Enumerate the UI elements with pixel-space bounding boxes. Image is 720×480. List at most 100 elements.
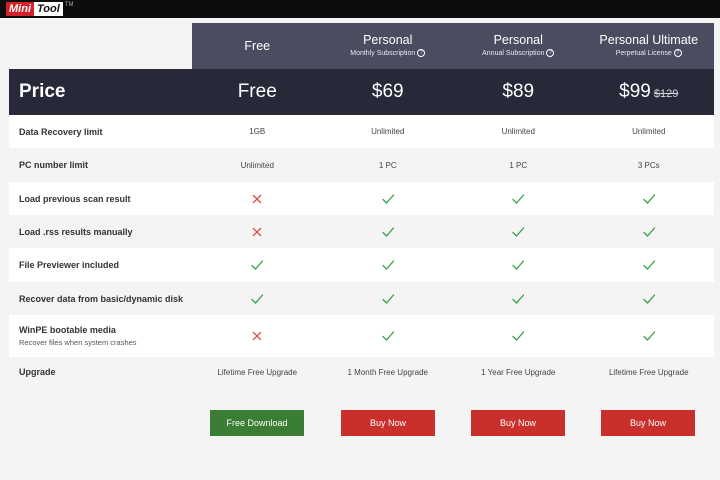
check-icon	[382, 293, 394, 304]
check-icon	[512, 331, 525, 341]
check-icon	[382, 226, 394, 237]
minitool-logo[interactable]: Mini Tool TM	[6, 2, 73, 16]
feature-row: PC number limit Unlimited 1 PC 1 PC 3 PCs	[9, 148, 714, 182]
feature-note: Recover files when system crashes	[19, 338, 137, 347]
feature-value: Unlimited	[632, 127, 666, 136]
help-icon[interactable]: ?	[417, 49, 426, 58]
feature-label: Load previous scan result	[9, 194, 192, 204]
feature-label-text: File Previewer included	[19, 260, 120, 270]
feature-label-text: PC number limit	[19, 160, 89, 170]
plan-header: Free Personal Monthly Subscription? Pers…	[192, 23, 714, 69]
feature-cell	[453, 258, 584, 272]
buy-now-monthly-button[interactable]: Buy Now	[341, 410, 435, 436]
feature-row: Data Recovery limit 1GB Unlimited Unlimited…	[9, 115, 714, 148]
feature-cell	[453, 192, 584, 206]
feature-cell	[192, 225, 323, 239]
cross-icon	[253, 227, 262, 236]
feature-label-text: Load .rss results manually	[19, 226, 133, 237]
plan-name: Personal Ultimate	[599, 33, 699, 47]
feature-cell	[584, 292, 715, 306]
buy-now-annual-button[interactable]: Buy Now	[471, 410, 565, 436]
plan-personal-monthly-header: Personal Monthly Subscription?	[323, 23, 454, 69]
feature-label: Upgrade	[9, 367, 192, 377]
plan-free-header: Free	[192, 23, 323, 69]
check-icon	[382, 193, 394, 204]
check-icon	[643, 293, 655, 304]
buy-now-ultimate-button[interactable]: Buy Now	[601, 410, 695, 436]
feature-cell	[453, 225, 584, 239]
feature-value: Unlimited	[240, 160, 274, 170]
feature-value: 1GB	[249, 127, 266, 136]
check-icon	[382, 260, 394, 270]
feature-label: Load .rss results manually	[9, 227, 192, 237]
check-icon	[512, 293, 525, 304]
feature-cell	[192, 258, 323, 272]
feature-label-text: WinPE bootable media	[19, 325, 116, 335]
feature-cell	[192, 329, 323, 343]
price-free: Free	[237, 81, 277, 102]
cross-icon	[253, 194, 262, 203]
check-icon	[512, 193, 525, 204]
feature-cell	[584, 329, 715, 343]
check-icon	[643, 260, 655, 270]
check-icon	[251, 260, 264, 270]
feature-row: Load .rss results manually	[9, 215, 714, 248]
feature-label-text: Data Recovery limit	[19, 126, 103, 137]
feature-cell	[192, 292, 323, 306]
feature-cell	[323, 292, 454, 306]
feature-row: Upgrade Lifetime Free Upgrade 1 Month Free…	[9, 357, 714, 387]
feature-value: 1 Year Free Upgrade	[481, 367, 556, 377]
help-icon[interactable]: ?	[546, 49, 555, 58]
feature-cell	[323, 225, 454, 239]
plan-subtitle: Annual Subscription?	[482, 49, 555, 59]
feature-label: PC number limit	[9, 160, 192, 170]
feature-table: Data Recovery limit 1GB Unlimited Unlimited…	[9, 115, 714, 387]
cross-icon	[253, 331, 262, 341]
trademark-mark: TM	[64, 2, 74, 8]
feature-cell	[323, 258, 454, 272]
check-icon	[643, 193, 655, 204]
feature-cell	[323, 192, 454, 206]
feature-value: Lifetime Free Upgrade	[217, 367, 298, 377]
help-icon[interactable]: ?	[673, 49, 682, 58]
plan-name: Free	[244, 38, 271, 53]
feature-value: 1 Month Free Upgrade	[347, 367, 429, 377]
plan-subtitle: Monthly Subscription?	[350, 49, 426, 59]
plan-ultimate-header: Personal Ultimate Perpetual License?	[584, 23, 715, 69]
price-label: Price	[19, 81, 66, 102]
check-icon	[643, 331, 655, 341]
feature-cell	[323, 329, 454, 343]
check-icon	[643, 226, 655, 237]
feature-cell	[584, 258, 715, 272]
logo-mini-text: Mini	[6, 2, 34, 16]
feature-value: Unlimited	[371, 127, 405, 136]
price-ultimate: $99 $129	[619, 81, 679, 102]
feature-cell	[453, 329, 584, 343]
feature-label: Data Recovery limit	[9, 127, 192, 137]
feature-row: Load previous scan result	[9, 182, 714, 215]
feature-row: File Previewer included	[9, 248, 714, 282]
feature-cell	[584, 225, 715, 239]
feature-label: File Previewer included	[9, 260, 192, 270]
check-icon	[382, 331, 394, 341]
price-annual: $89	[502, 81, 535, 102]
feature-value: 3 PCs	[637, 160, 660, 170]
plan-name: Personal	[493, 33, 543, 47]
feature-value: 1 PC	[378, 160, 397, 170]
feature-cell	[453, 292, 584, 306]
feature-label: WinPE bootable media Recover files when s…	[9, 325, 192, 347]
logo-tool-text: Tool	[34, 2, 63, 16]
feature-value: 1 PC	[509, 160, 528, 170]
plan-name: Personal	[363, 33, 413, 47]
feature-row: WinPE bootable media Recover files when s…	[9, 315, 714, 357]
feature-row: Recover data from basic/dynamic disk	[9, 282, 714, 315]
feature-label: Recover data from basic/dynamic disk	[9, 294, 192, 304]
feature-cell	[584, 192, 715, 206]
feature-label-text: Recover data from basic/dynamic disk	[19, 293, 184, 304]
top-bar: Mini Tool TM	[0, 0, 720, 18]
free-download-button[interactable]: Free Download	[210, 410, 304, 436]
plan-personal-annual-header: Personal Annual Subscription?	[453, 23, 584, 69]
original-price: $129	[653, 88, 679, 100]
feature-value: Lifetime Free Upgrade	[608, 367, 689, 377]
feature-cell	[192, 192, 323, 206]
